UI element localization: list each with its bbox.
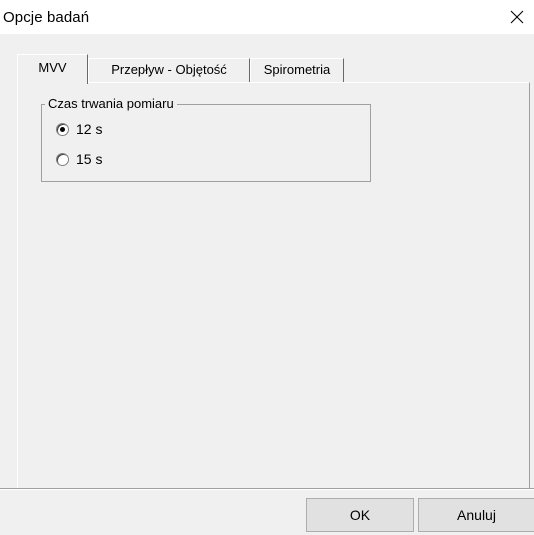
close-button[interactable]	[500, 0, 534, 34]
ok-button[interactable]: OK	[306, 498, 414, 532]
tab-label: Przepływ - Objętość	[111, 62, 227, 77]
cancel-button[interactable]: Anuluj	[418, 498, 534, 532]
window-title: Opcje badań	[3, 9, 90, 26]
radio-dot	[60, 126, 65, 132]
tab-label: Spirometria	[263, 62, 331, 77]
radio-label[interactable]: 12 s	[76, 121, 102, 137]
radio-12s[interactable]: 12 s	[56, 120, 102, 138]
separator	[0, 488, 534, 490]
radio-button-selected[interactable]	[56, 122, 69, 136]
ok-label: OK	[349, 507, 371, 523]
tab-label: MVV	[38, 60, 67, 75]
cancel-label: Anuluj	[457, 507, 496, 523]
tab-flow-volume[interactable]: Przepływ - Objętość	[88, 58, 250, 82]
radio-button[interactable]	[56, 152, 69, 166]
close-icon	[510, 10, 524, 24]
radio-label[interactable]: 15 s	[76, 151, 102, 167]
radio-15s[interactable]: 15 s	[56, 150, 102, 168]
dialog-window: Opcje badań MVV Przepływ - Objętość Spir…	[0, 0, 534, 535]
group-legend: Czas trwania pomiaru	[45, 96, 177, 112]
title-bar: Opcje badań	[0, 0, 534, 34]
tab-mvv[interactable]: MVV	[17, 54, 88, 84]
measurement-duration-group	[41, 104, 371, 182]
tab-spirometry[interactable]: Spirometria	[250, 58, 344, 82]
